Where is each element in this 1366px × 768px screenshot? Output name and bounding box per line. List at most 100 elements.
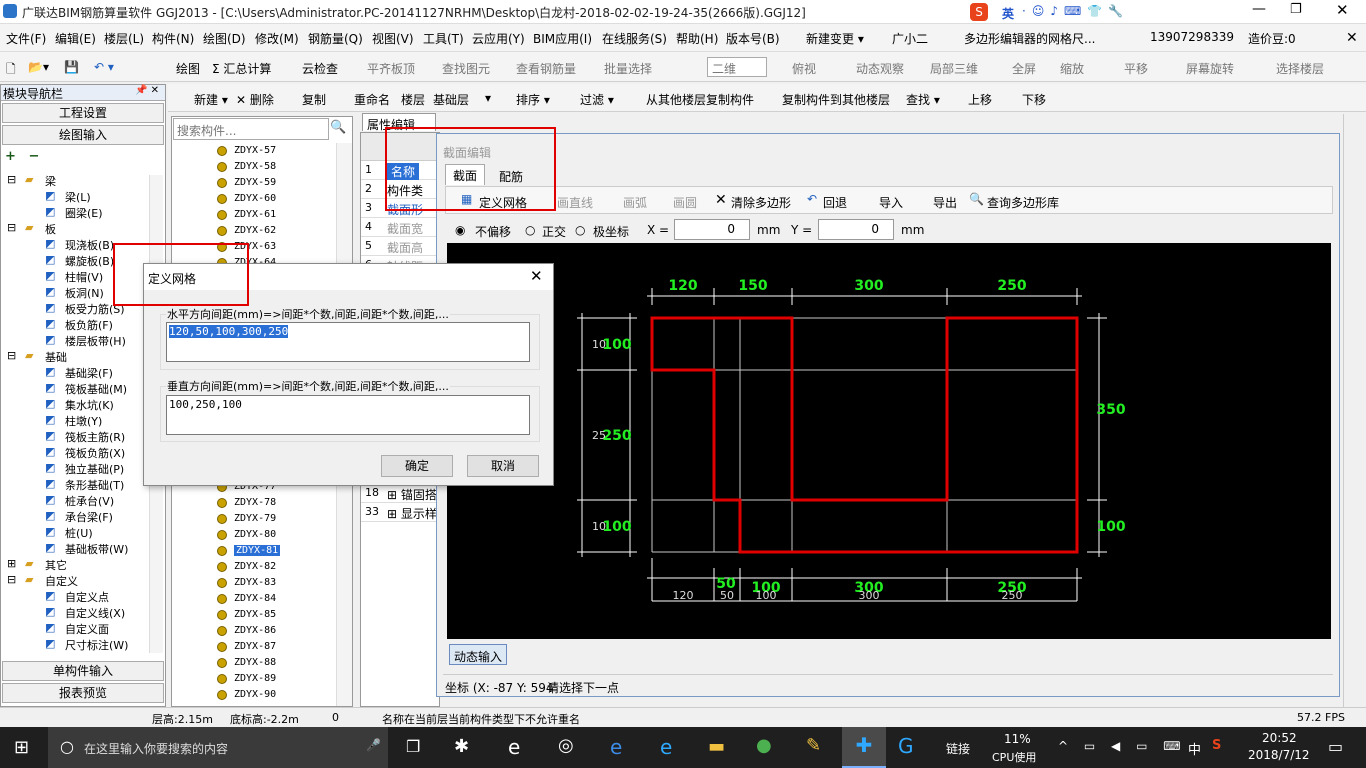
tree-item[interactable]: 桩(U) bbox=[65, 525, 93, 541]
h-spacing-input[interactable]: 120,50,100,300,250 bbox=[166, 322, 530, 362]
component-list-item[interactable]: ZDYX-57 bbox=[234, 145, 276, 156]
component-list-item[interactable]: ZDYX-59 bbox=[234, 177, 276, 188]
ime-toolbar-icons[interactable]: ·☺♪⌨👕🔧 bbox=[1022, 4, 1129, 18]
props-row[interactable]: 5 截面高 bbox=[361, 237, 439, 256]
drawing-input-button[interactable]: 绘图输入 bbox=[2, 125, 164, 145]
props-row[interactable]: 18 ⊞ 锚固搭 bbox=[361, 484, 439, 503]
tree-item[interactable]: 集水坑(K) bbox=[65, 397, 114, 413]
component-list-item[interactable]: ZDYX-79 bbox=[234, 513, 276, 524]
tray-icons[interactable]: ^ ▭ ◀ ▭ ⌨ bbox=[1058, 739, 1187, 753]
tree-category[interactable]: 自定义 bbox=[45, 573, 78, 589]
component-list-item[interactable]: ZDYX-90 bbox=[234, 689, 276, 700]
filter-button[interactable]: 过滤 ▾ bbox=[580, 91, 614, 108]
draw-arc-button[interactable]: 画弧 bbox=[623, 194, 647, 211]
taskbar-search-box[interactable]: ○ 在这里输入你要搜索的内容 🎤 bbox=[48, 727, 388, 768]
draw-button[interactable]: 绘图 bbox=[176, 60, 200, 77]
find-button[interactable]: 查找 ▾ bbox=[906, 91, 940, 108]
dynamic-input-button[interactable]: 动态输入 bbox=[449, 644, 507, 665]
menu-modify[interactable]: 修改(M) bbox=[255, 30, 299, 47]
tree-item[interactable]: 柱帽(V) bbox=[65, 269, 103, 285]
tree-item[interactable]: 柱墩(Y) bbox=[65, 413, 102, 429]
floor-select[interactable]: 基础层 bbox=[433, 91, 469, 108]
tree-category[interactable]: 其它 bbox=[45, 557, 67, 573]
tree-item[interactable]: 筏板主筋(R) bbox=[65, 429, 125, 445]
tree-item[interactable]: 承台梁(F) bbox=[65, 509, 113, 525]
component-list-item[interactable]: ZDYX-88 bbox=[234, 657, 276, 668]
local-3d-button[interactable]: 局部三维 bbox=[930, 60, 978, 77]
cloud-check-button[interactable]: 云检查 bbox=[302, 60, 338, 77]
tree-category[interactable]: 板 bbox=[45, 221, 56, 237]
minimize-icon[interactable]: — bbox=[1252, 1, 1266, 17]
single-component-button[interactable]: 单构件输入 bbox=[2, 661, 164, 681]
app-green-icon[interactable]: ● bbox=[756, 735, 772, 756]
copy-from-other-floor-button[interactable]: 从其他楼层复制构件 bbox=[646, 91, 754, 108]
tree-item[interactable]: 板洞(N) bbox=[65, 285, 104, 301]
tree-expander-icon[interactable]: ⊞ bbox=[7, 557, 16, 570]
export-button[interactable]: 导出 bbox=[933, 194, 957, 211]
notification-icon[interactable]: ▭ bbox=[1328, 737, 1343, 756]
glodon-active-app-icon[interactable]: ✚ bbox=[842, 727, 886, 768]
tree-item[interactable]: 桩承台(V) bbox=[65, 493, 114, 509]
menu-bim[interactable]: BIM应用(I) bbox=[533, 30, 592, 47]
edge-browser-icon[interactable]: e bbox=[610, 735, 622, 759]
pan-button[interactable]: 平移 bbox=[1124, 60, 1148, 77]
menu-tools[interactable]: 工具(T) bbox=[423, 30, 464, 47]
price-beans[interactable]: 造价豆:0 bbox=[1248, 30, 1296, 47]
component-list-item[interactable]: ZDYX-60 bbox=[234, 193, 276, 204]
maximize-icon[interactable]: ❐ bbox=[1290, 2, 1302, 17]
tree-category[interactable]: 基础 bbox=[45, 349, 67, 365]
tree-item[interactable]: 条形基础(T) bbox=[65, 477, 124, 493]
search-icon[interactable]: 🔍 bbox=[330, 120, 346, 135]
clock-date[interactable]: 2018/7/12 bbox=[1248, 748, 1310, 762]
save-icon[interactable]: 💾 bbox=[64, 60, 79, 74]
tree-item[interactable]: 梁(L) bbox=[65, 189, 91, 205]
tree-expander-icon[interactable]: ⊟ bbox=[7, 221, 16, 234]
tree-item[interactable]: 圈梁(E) bbox=[65, 205, 103, 221]
mode-ortho-radio[interactable]: ○ bbox=[525, 223, 535, 237]
query-polygon-library-button[interactable]: 查询多边形库 bbox=[987, 194, 1059, 211]
microphone-icon[interactable]: 🎤 bbox=[366, 738, 381, 752]
component-list-item[interactable]: ZDYX-89 bbox=[234, 673, 276, 684]
expand-all-icon[interactable]: + bbox=[5, 149, 16, 164]
mode-no-offset-radio[interactable]: ◉ bbox=[455, 223, 465, 237]
rename-button[interactable]: 重命名 bbox=[354, 91, 390, 108]
ime-lang[interactable]: 中 bbox=[1188, 739, 1201, 758]
mode-polar-radio[interactable]: ○ bbox=[575, 223, 585, 237]
zoom-button[interactable]: 缩放 bbox=[1060, 60, 1084, 77]
component-list-item[interactable]: ZDYX-62 bbox=[234, 225, 276, 236]
component-list-item[interactable]: ZDYX-83 bbox=[234, 577, 276, 588]
file-explorer-icon[interactable]: ▬ bbox=[708, 736, 725, 757]
sort-button[interactable]: 排序 ▾ bbox=[516, 91, 550, 108]
ie-blue-icon[interactable]: e bbox=[660, 735, 672, 759]
nav-pin-icon[interactable]: 📌 ✕ bbox=[135, 85, 159, 96]
props-row[interactable]: 33 ⊞ 显示样 bbox=[361, 503, 439, 522]
tree-item[interactable]: 基础板带(W) bbox=[65, 541, 128, 557]
main-vertical-scrollbar[interactable] bbox=[1343, 114, 1359, 707]
close-icon[interactable]: ✕ bbox=[1346, 30, 1358, 46]
tree-item[interactable]: 自定义线(X) bbox=[65, 605, 125, 621]
undo-icon[interactable]: ↶ ▾ bbox=[94, 60, 114, 74]
ok-button[interactable]: 确定 bbox=[381, 455, 453, 477]
tree-item[interactable]: 基础梁(F) bbox=[65, 365, 113, 381]
fullscreen-button[interactable]: 全屏 bbox=[1012, 60, 1036, 77]
tree-expander-icon[interactable]: ⊟ bbox=[7, 173, 16, 186]
tree-item[interactable]: 螺旋板(B) bbox=[65, 253, 114, 269]
tree-item[interactable]: 尺寸标注(W) bbox=[65, 637, 128, 653]
tree-item[interactable]: 板负筋(F) bbox=[65, 317, 113, 333]
menu-hint[interactable]: 多边形编辑器的网格尺... bbox=[964, 30, 1095, 47]
tree-item[interactable]: 筏板基础(M) bbox=[65, 381, 127, 397]
menu-draw[interactable]: 绘图(D) bbox=[203, 30, 246, 47]
tree-item[interactable]: 楼层板带(H) bbox=[65, 333, 126, 349]
tree-category[interactable]: 梁 bbox=[45, 173, 56, 189]
menu-new-change[interactable]: 新建变更 ▾ bbox=[806, 30, 864, 47]
tree-expander-icon[interactable]: ⊟ bbox=[7, 573, 16, 586]
component-list-item[interactable]: ZDYX-86 bbox=[234, 625, 276, 636]
menu-floor[interactable]: 楼层(L) bbox=[104, 30, 144, 47]
component-list-item[interactable]: ZDYX-80 bbox=[234, 529, 276, 540]
report-preview-button[interactable]: 报表预览 bbox=[2, 683, 164, 703]
dynamic-observe-button[interactable]: 动态观察 bbox=[856, 60, 904, 77]
find-element-button[interactable]: 查找图元 bbox=[442, 60, 490, 77]
menu-cloud[interactable]: 云应用(Y) bbox=[472, 30, 525, 47]
component-search-input[interactable]: 搜索构件... bbox=[173, 118, 329, 140]
draw-circle-button[interactable]: 画圆 bbox=[673, 194, 697, 211]
